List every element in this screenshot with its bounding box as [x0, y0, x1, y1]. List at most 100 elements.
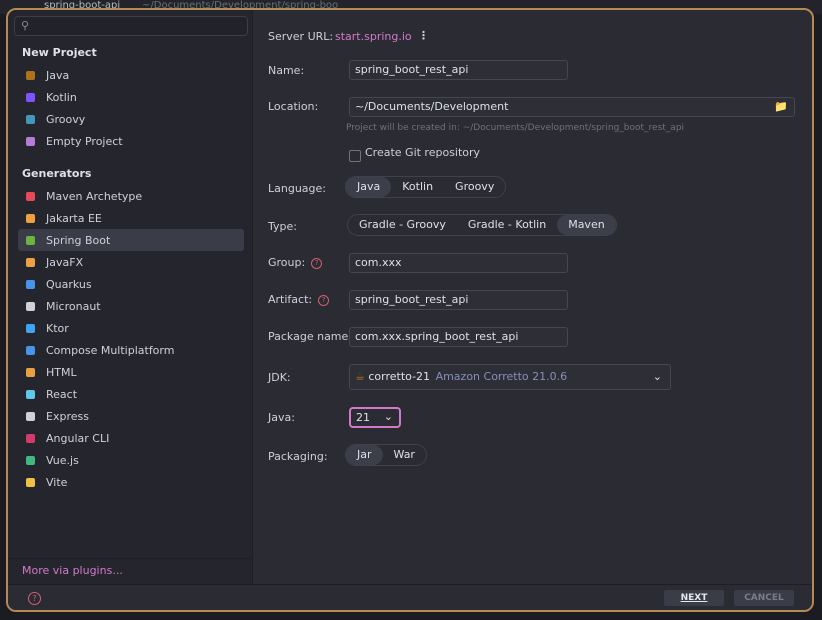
sidebar-item-label: Vite: [46, 475, 68, 489]
sidebar-item-label: HTML: [46, 365, 77, 379]
help-icon[interactable]: ?: [318, 294, 330, 306]
micronaut-icon: [26, 301, 35, 311]
search-box[interactable]: ⚲: [14, 16, 248, 36]
sidebar: ⚲ New Project Java Kotlin Groovy Empty Proj…: [8, 10, 253, 584]
sidebar-item-react[interactable]: React: [18, 383, 244, 405]
folder-icon[interactable]: 📁: [774, 98, 788, 116]
vite-icon: [26, 477, 35, 487]
java-version-value: 21: [356, 411, 370, 424]
sidebar-item-micronaut[interactable]: Micronaut: [18, 295, 244, 317]
java-label: Java:: [268, 411, 295, 424]
sidebar-item-label: Empty Project: [46, 134, 123, 148]
artifact-field[interactable]: spring_boot_rest_api: [349, 290, 568, 310]
chevron-down-icon: ⌄: [383, 410, 393, 423]
sidebar-item-label: Angular CLI: [46, 431, 110, 445]
sidebar-item-express[interactable]: Express: [18, 405, 244, 427]
generators-heading: Generators: [22, 167, 92, 180]
location-hint: Project will be created in: ~/Documents/…: [346, 123, 685, 133]
sidebar-item-compose-multiplatform[interactable]: Compose Multiplatform: [18, 339, 244, 361]
sidebar-item-javafx[interactable]: JavaFX: [18, 251, 244, 273]
group-field[interactable]: com.xxx: [349, 253, 568, 273]
react-icon: [26, 389, 35, 399]
sidebar-item-label: Micronaut: [46, 299, 101, 313]
sidebar-item-label: Compose Multiplatform: [46, 343, 175, 357]
more-plugins-link[interactable]: More via plugins...: [22, 564, 123, 577]
dialog-footer: ? NEXT CANCEL: [8, 584, 812, 610]
sidebar-item-ktor[interactable]: Ktor: [18, 317, 244, 339]
sidebar-item-quarkus[interactable]: Quarkus: [18, 273, 244, 295]
sidebar-item-groovy[interactable]: Groovy: [18, 108, 244, 130]
type-selector: Gradle - Groovy Gradle - Kotlin Maven: [347, 214, 617, 236]
quarkus-icon: [26, 279, 35, 289]
sidebar-divider: [8, 558, 252, 559]
cancel-button[interactable]: CANCEL: [734, 590, 794, 606]
sidebar-item-jakarta-ee[interactable]: Jakarta EE: [18, 207, 244, 229]
packaging-option-war[interactable]: War: [383, 445, 426, 465]
name-field[interactable]: spring_boot_rest_api: [349, 60, 568, 80]
language-option-kotlin[interactable]: Kotlin: [391, 177, 444, 197]
compose-icon: [26, 345, 35, 355]
language-option-java[interactable]: Java: [346, 177, 392, 197]
sidebar-item-kotlin[interactable]: Kotlin: [18, 86, 244, 108]
sidebar-item-vite[interactable]: Vite: [18, 471, 244, 493]
type-option-gradle-groovy[interactable]: Gradle - Groovy: [348, 215, 457, 235]
kotlin-icon: [26, 92, 35, 102]
project-form: Server URL: start.spring.io ⋮ Name: spri…: [253, 10, 812, 584]
package-name-field[interactable]: com.xxx.spring_boot_rest_api: [349, 327, 568, 347]
sidebar-item-label: JavaFX: [46, 255, 84, 269]
sidebar-item-label: Maven Archetype: [46, 189, 143, 203]
packaging-label: Packaging:: [268, 450, 328, 463]
type-option-maven[interactable]: Maven: [557, 215, 616, 235]
sidebar-item-label: Vue.js: [46, 453, 79, 467]
packaging-option-jar[interactable]: Jar: [346, 445, 383, 465]
jakarta-icon: [26, 213, 35, 223]
jdk-label: JDK:: [268, 371, 291, 384]
location-value: ~/Documents/Development: [355, 100, 509, 113]
help-icon[interactable]: ?: [311, 257, 323, 269]
java-version-select[interactable]: 21 ⌄: [349, 407, 401, 428]
artifact-label-text: Artifact:: [268, 293, 313, 306]
angular-icon: [26, 433, 35, 443]
language-option-groovy[interactable]: Groovy: [444, 177, 505, 197]
java-icon: ☕: [355, 370, 365, 383]
sidebar-item-spring-boot[interactable]: Spring Boot: [18, 229, 244, 251]
git-checkbox[interactable]: [349, 150, 361, 162]
ktor-icon: [26, 323, 35, 333]
sidebar-item-label: Quarkus: [46, 277, 92, 291]
folder-icon: [26, 136, 35, 146]
packaging-selector: Jar War: [345, 444, 427, 466]
sidebar-item-html[interactable]: HTML: [18, 361, 244, 383]
sidebar-item-label: Spring Boot: [46, 233, 111, 247]
package-name-label: Package name:: [268, 330, 352, 343]
sidebar-item-empty-project[interactable]: Empty Project: [18, 130, 244, 152]
groovy-icon: [26, 114, 35, 124]
language-label: Language:: [268, 182, 326, 195]
type-option-gradle-kotlin[interactable]: Gradle - Kotlin: [457, 215, 557, 235]
server-url-link[interactable]: start.spring.io: [335, 30, 412, 43]
sidebar-item-vue-js[interactable]: Vue.js: [18, 449, 244, 471]
location-field[interactable]: ~/Documents/Development 📁: [349, 97, 795, 117]
html-icon: [26, 367, 35, 377]
group-label-text: Group:: [268, 256, 306, 269]
new-project-heading: New Project: [22, 46, 97, 59]
jdk-detail: Amazon Corretto 21.0.6: [435, 370, 568, 383]
jdk-dropdown[interactable]: ☕ corretto-21 Amazon Corretto 21.0.6 ⌄: [349, 364, 671, 390]
help-icon[interactable]: ?: [28, 592, 41, 605]
sidebar-item-label: Java: [46, 68, 70, 82]
sidebar-item-maven-archetype[interactable]: Maven Archetype: [18, 185, 244, 207]
sidebar-item-java[interactable]: Java: [18, 64, 244, 86]
search-input[interactable]: [35, 18, 244, 36]
type-label: Type:: [268, 220, 297, 233]
sidebar-item-angular-cli[interactable]: Angular CLI: [18, 427, 244, 449]
maven-icon: [26, 191, 35, 201]
search-icon: ⚲: [21, 19, 30, 32]
sidebar-item-label: Groovy: [46, 112, 86, 126]
chevron-down-icon: ⌄: [652, 370, 662, 383]
express-icon: [26, 411, 35, 421]
next-button[interactable]: NEXT: [664, 590, 724, 606]
sidebar-item-label: Jakarta EE: [46, 211, 102, 225]
sidebar-item-label: Kotlin: [46, 90, 77, 104]
sidebar-item-label: Express: [46, 409, 89, 423]
more-options-icon[interactable]: ⋮: [418, 29, 429, 42]
group-label: Group:?: [268, 256, 323, 269]
